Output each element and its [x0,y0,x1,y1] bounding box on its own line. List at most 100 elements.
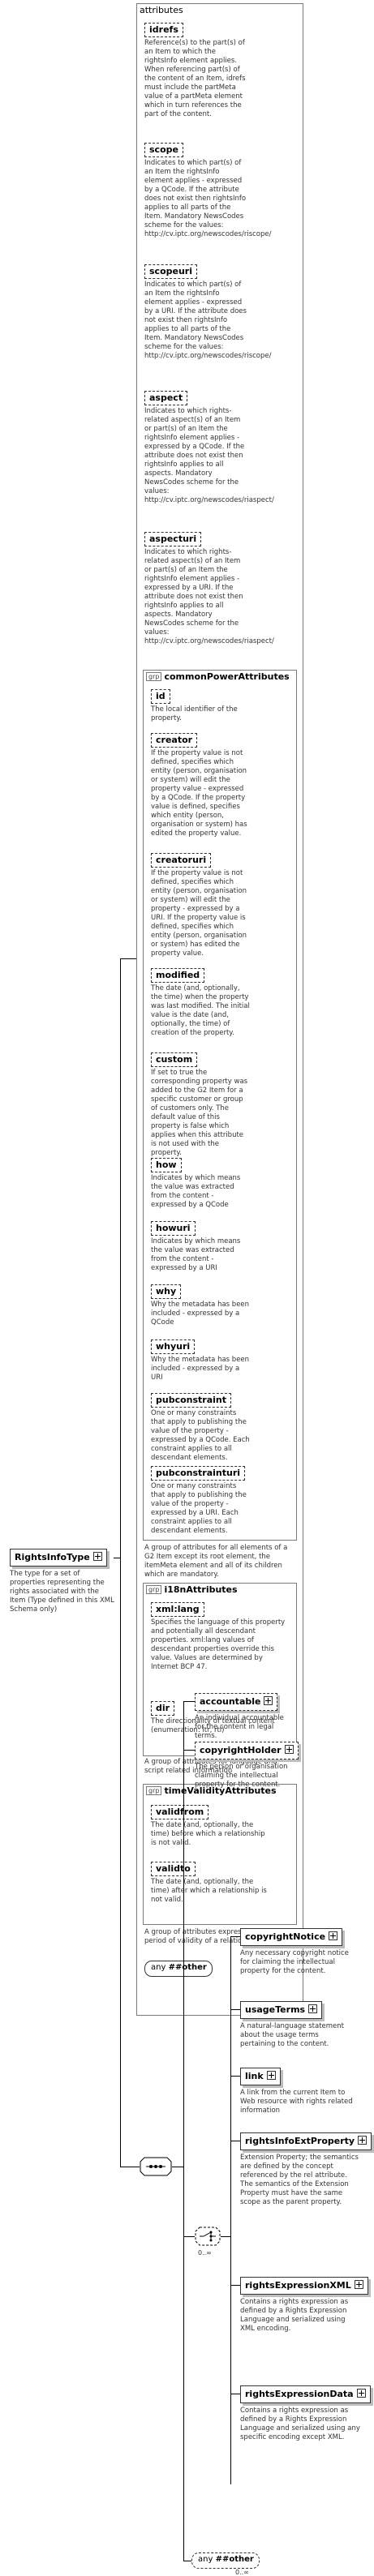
expand-icon[interactable] [354,2280,363,2289]
attribute-validfrom-desc: The date (and, optionally, the time) bef… [151,1821,265,1847]
expand-icon[interactable] [264,1696,273,1705]
attributes-bracket-top [120,958,136,959]
element-link[interactable]: link [240,2068,281,2085]
any-prefix: any [198,2555,213,2564]
attribute-custom[interactable]: custom [151,1052,198,1067]
attribute-creatoruri[interactable]: creatoruri [151,853,212,868]
attribute-aspect-desc: Indicates to which rights-related aspect… [144,407,274,504]
element-usageterms-desc: A natural-language statement about the u… [240,2022,345,2048]
expand-icon[interactable] [329,1931,338,1940]
element-usageterms[interactable]: usageTerms [240,2001,323,2019]
element-rightsexpressiondata-desc: Contains a rights expression as defined … [240,2407,360,2441]
attribute-pubconstrainturi-desc: One or many constraints that apply to pu… [151,1482,247,1535]
element-accountable[interactable]: accountable [195,1693,278,1711]
root-element-label: RightsInfoType [15,1552,90,1562]
attribute-whyuri-desc: Why the metadata has been included - exp… [151,1356,250,1382]
attribute-pubconstrainturi[interactable]: pubconstrainturi [151,1466,246,1481]
attribute-modified-desc: The date (and, optionally, the time) whe… [151,984,250,1037]
any-other-element-label: any ##other [198,2555,254,2565]
attribute-xml-lang[interactable]: xml:lang [151,1602,204,1617]
element-copyrightholder-label: copyrightHolder [200,1745,282,1755]
connector-accountable [183,1701,195,1702]
root-element-rightsinfotype[interactable]: RightsInfoType [10,1549,107,1567]
group-commonpowerattributes-label: commonPowerAttributes [164,671,290,682]
expand-icon[interactable] [266,2071,276,2080]
attribute-whyuri[interactable]: whyuri [151,1339,196,1354]
element-accountable-label: accountable [200,1696,261,1707]
any-prefix: any [151,1963,166,1972]
attribute-pubconstraint-desc: One or many constraints that apply to pu… [151,1409,250,1462]
attribute-how[interactable]: how [151,1158,182,1172]
element-rightsinfoextproperty[interactable]: rightsInfoExtProperty [240,2132,372,2150]
choice-branch-line [230,1936,231,2484]
element-link-desc: A link from the current Item to Web reso… [240,2089,353,2115]
sequence-branch-line [183,1701,184,2561]
attributes-panel-label: attributes [140,5,183,15]
expand-icon[interactable] [358,2136,368,2145]
attribute-aspect[interactable]: aspect [144,391,188,405]
expand-icon[interactable] [92,1552,102,1561]
attribute-id[interactable]: id [151,689,170,704]
attribute-dir[interactable]: dir [151,1701,175,1716]
group-commonpowerattributes-footer: A group of attributes for all elements o… [144,1544,288,1579]
element-copyrightholder-desc: The person or organisation claiming the … [195,1763,288,1789]
sequence-compositor-icon [140,2157,172,2176]
connector-link [230,2076,240,2077]
group-tag: grp [146,1786,162,1795]
attribute-id-desc: The local identifier of the property. [151,705,238,722]
expand-icon[interactable] [308,2004,318,2013]
attribute-creatoruri-desc: If the property value is not defined, sp… [151,869,247,958]
attribute-pubconstraint[interactable]: pubconstraint [151,1393,232,1408]
connector-copyrightnotice [230,1936,240,1937]
element-rightsexpressiondata-label: rightsExpressionData [245,2389,354,2399]
group-tag: grp [146,1585,162,1594]
element-accountable-desc: An individual accountable for the conten… [195,1714,284,1740]
attribute-creator-desc: If the property value is not defined, sp… [151,749,247,838]
expand-icon[interactable] [284,1745,294,1754]
element-usageterms-label: usageTerms [245,2004,306,2015]
element-copyrightnotice-desc: Any necessary copyright notice for claim… [240,1949,349,1975]
root-element-description: The type for a set of properties represe… [10,1570,114,1614]
attribute-why[interactable]: why [151,1284,182,1299]
attribute-aspecturi[interactable]: aspecturi [144,532,202,546]
connector-usageterms [230,2009,240,2010]
attribute-validfrom[interactable]: validfrom [151,1805,209,1819]
element-rightsexpressionxml-desc: Contains a rights expression as defined … [240,2298,349,2333]
choice-compositor-icon [195,2227,221,2246]
attribute-modified[interactable]: modified [151,968,205,983]
attribute-idrefs-desc: Reference(s) to the part(s) of an Item t… [144,39,246,118]
element-copyrightholder[interactable]: copyrightHolder [195,1742,299,1759]
any-other-attribute-label: any ##other [151,1963,207,1973]
attribute-creator[interactable]: creator [151,733,198,748]
attribute-how-desc: Indicates by which means the value was e… [151,1174,241,1209]
element-rightsexpressionxml-label: rightsExpressionXML [245,2280,351,2291]
attribute-idrefs[interactable]: idrefs [144,23,183,37]
element-copyrightnotice[interactable]: copyrightNotice [240,1928,343,1946]
group-i18nattributes-label: i18nAttributes [164,1584,238,1595]
expand-icon[interactable] [356,2389,366,2398]
attribute-howuri[interactable]: howuri [151,1221,196,1236]
attribute-howuri-desc: Indicates by which means the value was e… [151,1237,241,1272]
attribute-aspecturi-desc: Indicates to which rights-related aspect… [144,548,274,645]
element-rightsinfoextproperty-label: rightsInfoExtProperty [245,2136,355,2146]
element-rightsexpressiondata[interactable]: rightsExpressionData [240,2385,371,2403]
attribute-custom-desc: If set to true the corresponding propert… [151,1069,248,1157]
element-copyrightnotice-label: copyrightNotice [245,1931,326,1942]
choice-cardinality: 0..∞ [198,2249,212,2257]
attribute-scopeuri[interactable]: scopeuri [144,264,197,279]
attributes-bracket [120,958,121,2167]
any-other-name: ##other [215,2555,254,2564]
attribute-validto-desc: The date (and, optionally, the time) aft… [151,1878,267,1904]
attribute-xml-lang-desc: Specifies the language of this property … [151,1618,286,1671]
any-other-element-cardinality: 0..∞ [235,2569,249,2576]
connector-copyrightholder [183,1750,195,1751]
choice-out-connector [221,2236,230,2237]
any-other-name: ##other [168,1963,207,1972]
attribute-scope-desc: Indicates to which part(s) of an Item th… [144,159,272,238]
attribute-scope[interactable]: scope [144,143,183,157]
attribute-validto[interactable]: validto [151,1862,196,1876]
element-link-label: link [245,2071,264,2081]
attribute-why-desc: Why the metadata has been included - exp… [151,1301,250,1327]
element-rightsinfoextproperty-desc: Extension Property; the semantics are de… [240,2154,359,2206]
element-rightsexpressionxml[interactable]: rightsExpressionXML [240,2277,368,2295]
